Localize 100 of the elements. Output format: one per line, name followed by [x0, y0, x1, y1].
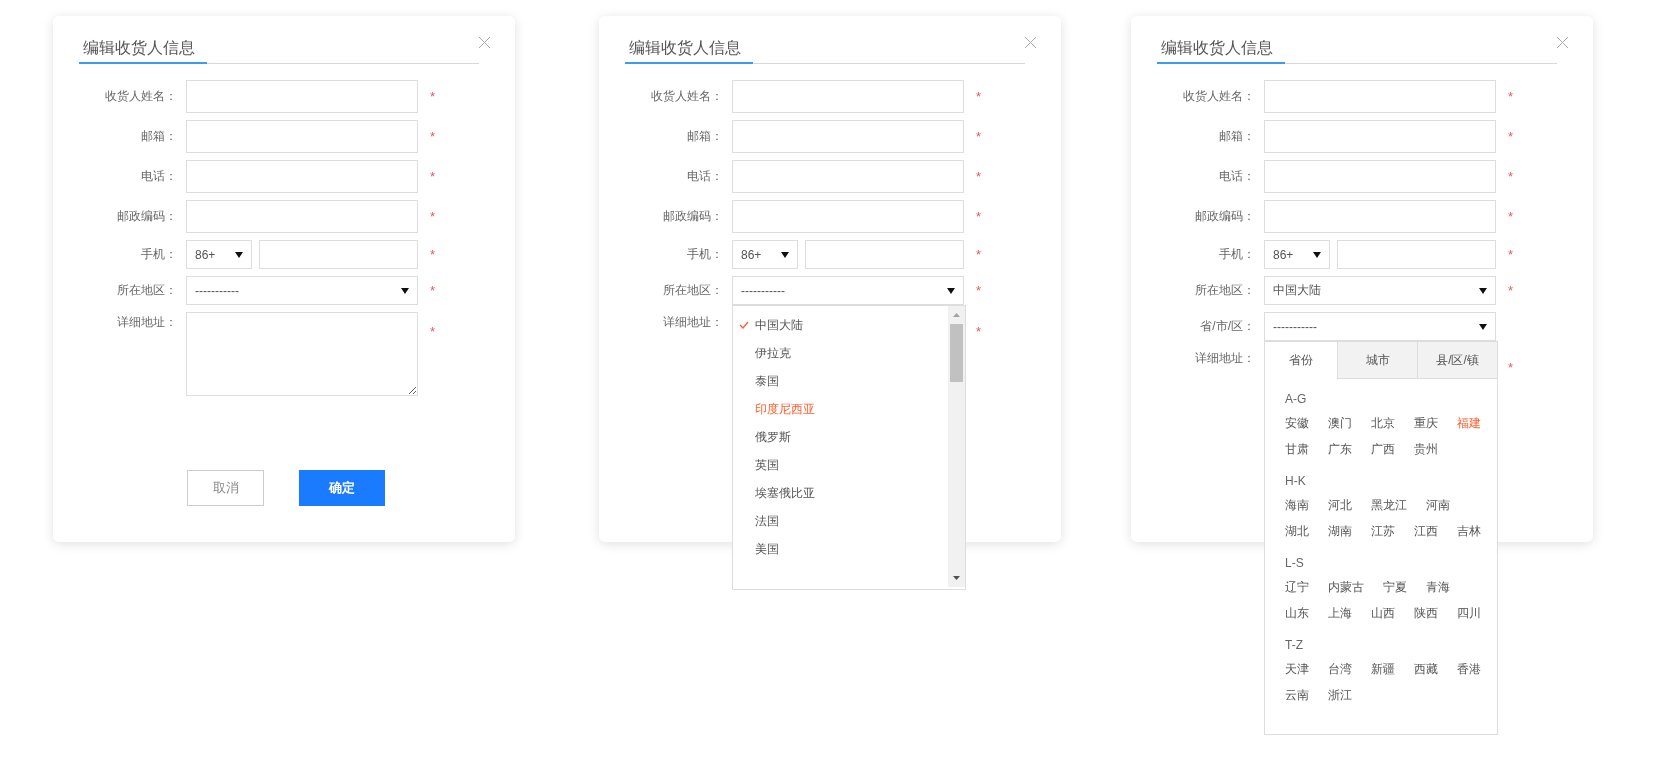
- field-label: 电话：: [140, 168, 177, 185]
- field-label: 手机：: [140, 246, 177, 263]
- province-option[interactable]: 澳门: [1328, 414, 1352, 432]
- province-option[interactable]: 湖北: [1285, 522, 1309, 540]
- letter-group-heading: L-S: [1285, 555, 1305, 572]
- province-option[interactable]: 青海: [1426, 578, 1450, 596]
- dialog-title: 编辑收货人信息: [79, 38, 207, 64]
- required-mark: *: [430, 323, 437, 341]
- province-option[interactable]: 云南: [1285, 686, 1309, 704]
- required-mark: *: [976, 208, 983, 226]
- text-field[interactable]: [732, 120, 964, 153]
- text-field[interactable]: [186, 160, 418, 193]
- close-icon[interactable]: [1025, 37, 1036, 48]
- field-label: 详细地址：: [116, 314, 177, 331]
- country-option[interactable]: 中国大陆: [733, 311, 948, 339]
- confirm-button[interactable]: 确定: [299, 470, 385, 506]
- required-mark: *: [1508, 168, 1515, 186]
- province-option[interactable]: 上海: [1328, 604, 1352, 622]
- province-option[interactable]: 甘肃: [1285, 440, 1309, 458]
- required-mark: *: [1508, 208, 1515, 226]
- province-option[interactable]: 黑龙江: [1371, 496, 1407, 514]
- text-field[interactable]: [732, 160, 964, 193]
- required-mark: *: [1508, 359, 1515, 377]
- field-label: 省/市/区：: [1199, 318, 1255, 335]
- close-icon[interactable]: [1557, 37, 1568, 48]
- tab[interactable]: 城市: [1337, 342, 1417, 379]
- text-field[interactable]: [1264, 200, 1496, 233]
- field-label: 所在地区：: [116, 282, 177, 299]
- province-option[interactable]: 北京: [1371, 414, 1395, 432]
- field-label: 邮政编码：: [116, 208, 177, 225]
- phone-field[interactable]: [259, 240, 418, 269]
- province-option[interactable]: 山西: [1371, 604, 1395, 622]
- country-option[interactable]: 美国: [733, 535, 948, 563]
- province-option[interactable]: 江西: [1414, 522, 1438, 540]
- tab[interactable]: 县/区/镇: [1417, 342, 1497, 379]
- scrollbar[interactable]: [948, 306, 965, 587]
- country-option[interactable]: 伊拉克: [733, 339, 948, 367]
- province-option[interactable]: 山东: [1285, 604, 1309, 622]
- country-option[interactable]: 泰国: [733, 367, 948, 395]
- required-mark: *: [430, 88, 437, 106]
- field-label: 邮政编码：: [1194, 208, 1255, 225]
- field-label: 邮箱：: [1218, 128, 1255, 145]
- field-label: 所在地区：: [1194, 282, 1255, 299]
- province-option[interactable]: 陕西: [1414, 604, 1438, 622]
- province-option[interactable]: 重庆: [1414, 414, 1438, 432]
- province-option[interactable]: 四川: [1457, 604, 1481, 622]
- field-label: 详细地址：: [662, 314, 723, 331]
- required-mark: *: [1508, 88, 1515, 106]
- required-mark: *: [976, 128, 983, 146]
- required-mark: *: [430, 282, 437, 300]
- caret-icon: [401, 287, 409, 294]
- province-option[interactable]: 辽宁: [1285, 578, 1309, 596]
- province-option[interactable]: 河北: [1328, 496, 1352, 514]
- province-option[interactable]: 安徽: [1285, 414, 1309, 432]
- region-select[interactable]: 中国大陆: [1264, 276, 1496, 305]
- province-option[interactable]: 河南: [1426, 496, 1450, 514]
- required-mark: *: [976, 323, 983, 341]
- country-option[interactable]: 法国: [733, 507, 948, 535]
- cancel-button[interactable]: 取消: [187, 470, 264, 506]
- province-option[interactable]: 浙江: [1328, 686, 1352, 704]
- text-field[interactable]: [1264, 160, 1496, 193]
- country-code-select[interactable]: 86+: [732, 240, 798, 269]
- required-mark: *: [1508, 128, 1515, 146]
- letter-group-heading: A-G: [1285, 391, 1308, 408]
- field-label: 所在地区：: [662, 282, 723, 299]
- country-option[interactable]: 俄罗斯: [733, 423, 948, 451]
- country-code-select[interactable]: 86+: [186, 240, 252, 269]
- field-label: 邮箱：: [686, 128, 723, 145]
- province-option[interactable]: 宁夏: [1383, 578, 1407, 596]
- province-option[interactable]: 江苏: [1371, 522, 1395, 540]
- province-option[interactable]: 新疆: [1371, 660, 1395, 678]
- province-option[interactable]: 广西: [1371, 440, 1395, 458]
- province-option[interactable]: 吉林: [1457, 522, 1481, 540]
- country-option[interactable]: 埃塞俄比亚: [733, 479, 948, 507]
- text-field[interactable]: [1264, 80, 1496, 113]
- province-option[interactable]: 内蒙古: [1328, 578, 1364, 596]
- field-label: 收货人姓名：: [104, 88, 177, 105]
- field-label: 收货人姓名：: [650, 88, 723, 105]
- phone-field[interactable]: [805, 240, 964, 269]
- text-field[interactable]: [186, 200, 418, 233]
- province-option[interactable]: 广东: [1328, 440, 1352, 458]
- text-field[interactable]: [1264, 120, 1496, 153]
- province-option[interactable]: 海南: [1285, 496, 1309, 514]
- close-icon[interactable]: [479, 37, 490, 48]
- region-select[interactable]: -----------: [186, 276, 418, 305]
- province-option[interactable]: 湖南: [1328, 522, 1352, 540]
- text-field[interactable]: [186, 120, 418, 153]
- province-option[interactable]: 贵州: [1414, 440, 1438, 458]
- phone-field[interactable]: [1337, 240, 1496, 269]
- text-field[interactable]: [732, 200, 964, 233]
- address-field[interactable]: [186, 312, 418, 396]
- text-field[interactable]: [186, 80, 418, 113]
- country-code-select[interactable]: 86+: [1264, 240, 1330, 269]
- required-mark: *: [976, 88, 983, 106]
- province-option[interactable]: 西藏: [1414, 660, 1438, 678]
- country-option[interactable]: 英国: [733, 451, 948, 479]
- province-option[interactable]: 香港: [1457, 660, 1481, 678]
- text-field[interactable]: [732, 80, 964, 113]
- province-option[interactable]: 台湾: [1328, 660, 1352, 678]
- province-option[interactable]: 天津: [1285, 660, 1309, 678]
